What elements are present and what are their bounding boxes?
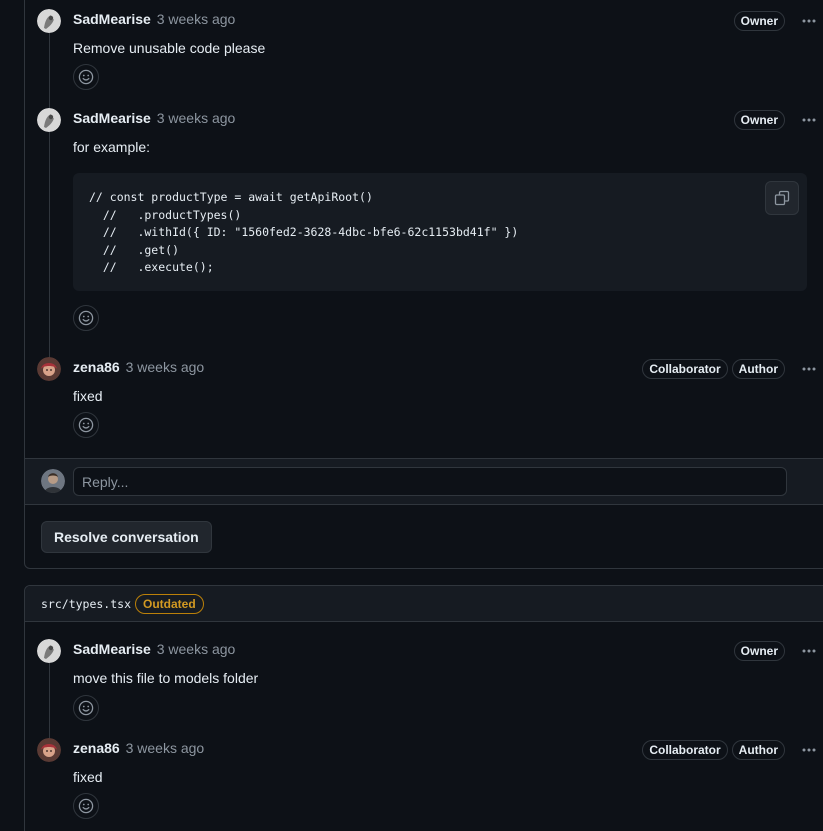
review-comment: zena86 3 weeks ago Collaborator Author f… xyxy=(25,738,823,830)
author-name[interactable]: SadMearise xyxy=(73,110,151,126)
comment-body: Remove unusable code please xyxy=(73,40,266,56)
sadmearise-avatar[interactable] xyxy=(37,9,61,33)
smiley-icon xyxy=(78,417,94,433)
author-name[interactable]: zena86 xyxy=(73,359,120,375)
add-reaction-button[interactable] xyxy=(73,412,99,438)
review-comment: zena86 3 weeks ago Collaborator Author f… xyxy=(25,357,823,449)
comment-timestamp[interactable]: 3 weeks ago xyxy=(126,359,205,375)
sadmearise-avatar[interactable] xyxy=(37,639,61,663)
zena86-avatar[interactable] xyxy=(37,357,61,381)
add-reaction-button[interactable] xyxy=(73,793,99,819)
owner-badge: Owner xyxy=(733,641,785,661)
comment-author[interactable]: SadMearise 3 weeks ago xyxy=(73,11,235,27)
kebab-horizontal-icon[interactable] xyxy=(795,641,823,661)
author-name[interactable]: zena86 xyxy=(73,740,120,756)
smiley-icon xyxy=(78,69,94,85)
comment-author[interactable]: SadMearise 3 weeks ago xyxy=(73,641,235,657)
reply-bar xyxy=(25,458,823,505)
smiley-icon xyxy=(78,700,94,716)
review-thread: SadMearise 3 weeks ago Owner Remove unus… xyxy=(24,0,823,569)
outdated-badge: Outdated xyxy=(135,594,204,614)
kebab-horizontal-icon[interactable] xyxy=(795,110,823,130)
code-line: // .productTypes() xyxy=(89,207,242,222)
review-comment: SadMearise 3 weeks ago Owner move this f… xyxy=(25,639,823,739)
smiley-icon xyxy=(78,310,94,326)
thread-line xyxy=(49,663,50,739)
comment-timestamp[interactable]: 3 weeks ago xyxy=(157,11,236,27)
comment-timestamp[interactable]: 3 weeks ago xyxy=(126,740,205,756)
code-line: // .get() xyxy=(89,242,180,257)
add-reaction-button[interactable] xyxy=(73,695,99,721)
author-name[interactable]: SadMearise xyxy=(73,641,151,657)
kebab-horizontal-icon[interactable] xyxy=(795,359,823,379)
code-line: // .execute(); xyxy=(89,260,214,274)
comment-timestamp[interactable]: 3 weeks ago xyxy=(157,641,236,657)
comment-timestamp[interactable]: 3 weeks ago xyxy=(157,110,236,126)
comment-body: fixed xyxy=(73,769,103,785)
comment-body: for example: xyxy=(73,139,151,155)
file-header: src/types.tsx Outdated xyxy=(25,586,823,622)
file-path-link[interactable]: src/types.tsx xyxy=(41,597,131,611)
comment-badges: Collaborator Author xyxy=(642,740,823,760)
review-thread: src/types.tsx Outdated SadMearise 3 week… xyxy=(24,585,823,831)
kebab-horizontal-icon[interactable] xyxy=(795,740,823,760)
comment-body: fixed xyxy=(73,388,103,404)
copy-icon xyxy=(774,190,790,206)
author-name[interactable]: SadMearise xyxy=(73,11,151,27)
comment-author[interactable]: zena86 3 weeks ago xyxy=(73,359,204,375)
comment-badges: Owner xyxy=(733,110,823,130)
comment-badges: Owner xyxy=(733,641,823,661)
code-line: // const productType = await getApiRoot(… xyxy=(89,190,373,204)
author-badge: Author xyxy=(731,359,785,379)
review-comment: SadMearise 3 weeks ago Owner Remove unus… xyxy=(25,9,823,109)
owner-badge: Owner xyxy=(733,110,785,130)
sadmearise-avatar[interactable] xyxy=(37,108,61,132)
zena86-avatar[interactable] xyxy=(37,738,61,762)
resolve-conversation-button[interactable]: Resolve conversation xyxy=(41,521,212,553)
collaborator-badge: Collaborator xyxy=(642,740,728,760)
code-line: // .withId({ ID: "1560fed2-3628-4dbc-bfe… xyxy=(89,225,519,239)
thread-line xyxy=(49,132,50,358)
review-comment: SadMearise 3 weeks ago Owner for example… xyxy=(25,108,823,358)
collaborator-badge: Collaborator xyxy=(642,359,728,379)
comment-badges: Owner xyxy=(733,11,823,31)
owner-badge: Owner xyxy=(733,11,785,31)
smiley-icon xyxy=(78,798,94,814)
thread-line xyxy=(49,33,50,109)
author-badge: Author xyxy=(731,740,785,760)
comment-author[interactable]: zena86 3 weeks ago xyxy=(73,740,204,756)
copy-code-button[interactable] xyxy=(765,181,799,215)
comment-badges: Collaborator Author xyxy=(642,359,823,379)
reply-input[interactable] xyxy=(73,467,787,496)
kebab-horizontal-icon[interactable] xyxy=(795,11,823,31)
comment-author[interactable]: SadMearise 3 weeks ago xyxy=(73,110,235,126)
add-reaction-button[interactable] xyxy=(73,64,99,90)
code-block: // const productType = await getApiRoot(… xyxy=(73,173,807,291)
current-user-avatar[interactable] xyxy=(41,469,65,493)
comment-body: move this file to models folder xyxy=(73,670,259,686)
add-reaction-button[interactable] xyxy=(73,305,99,331)
